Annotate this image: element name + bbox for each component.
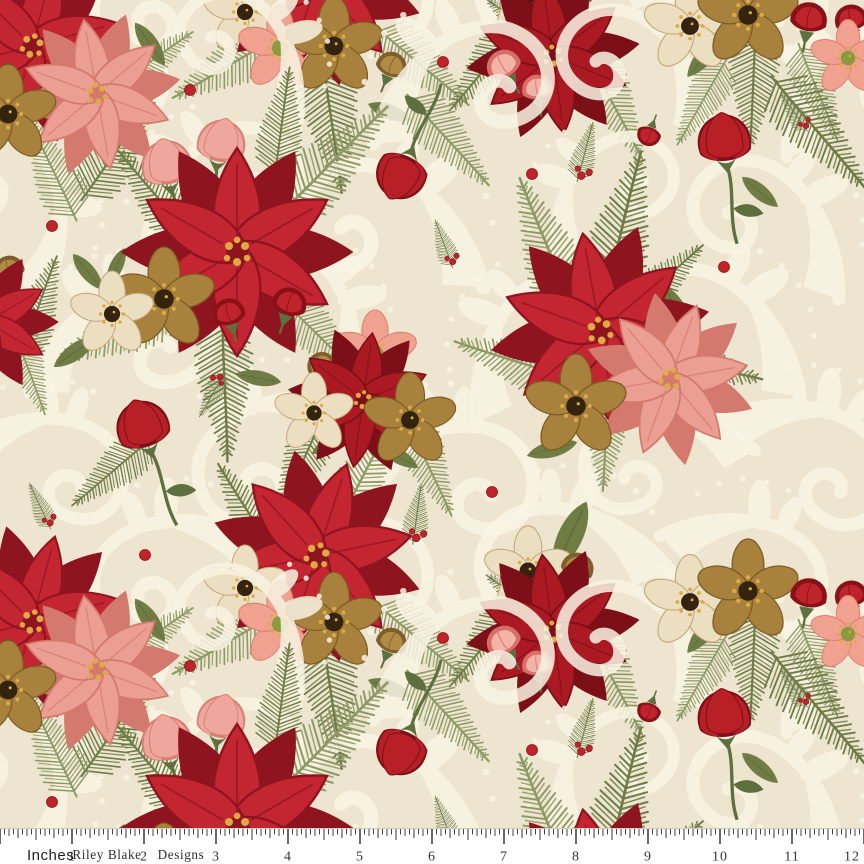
ruler-number-10: 10 — [712, 850, 728, 864]
ruler-number-8: 8 — [572, 850, 580, 864]
floral-fabric-pattern — [0, 0, 864, 828]
ruler-brand-line2: Designs — [158, 847, 205, 862]
ruler-number-9: 9 — [644, 850, 652, 864]
fabric-area — [0, 0, 864, 828]
ruler-number-4: 4 — [284, 850, 292, 864]
ruler-number-5: 5 — [356, 850, 364, 864]
ruler-number-6: 6 — [428, 850, 436, 864]
ruler-number-1: 1 — [68, 850, 76, 864]
ruler-number-2: 2 — [140, 850, 148, 864]
ruler-number-3: 3 — [212, 850, 220, 864]
ruler-number-7: 7 — [500, 850, 508, 864]
fabric-swatch-scan: Inches Riley Blake Designs 1234567891011… — [0, 0, 864, 864]
ruler-brand-line1: Riley Blake — [72, 847, 141, 862]
ruler-scale: Inches Riley Blake Designs 1234567891011… — [0, 829, 864, 864]
ruler: Inches Riley Blake Designs 1234567891011… — [0, 828, 864, 864]
ruler-number-12: 12 — [844, 850, 860, 864]
ruler-number-11: 11 — [784, 850, 799, 864]
